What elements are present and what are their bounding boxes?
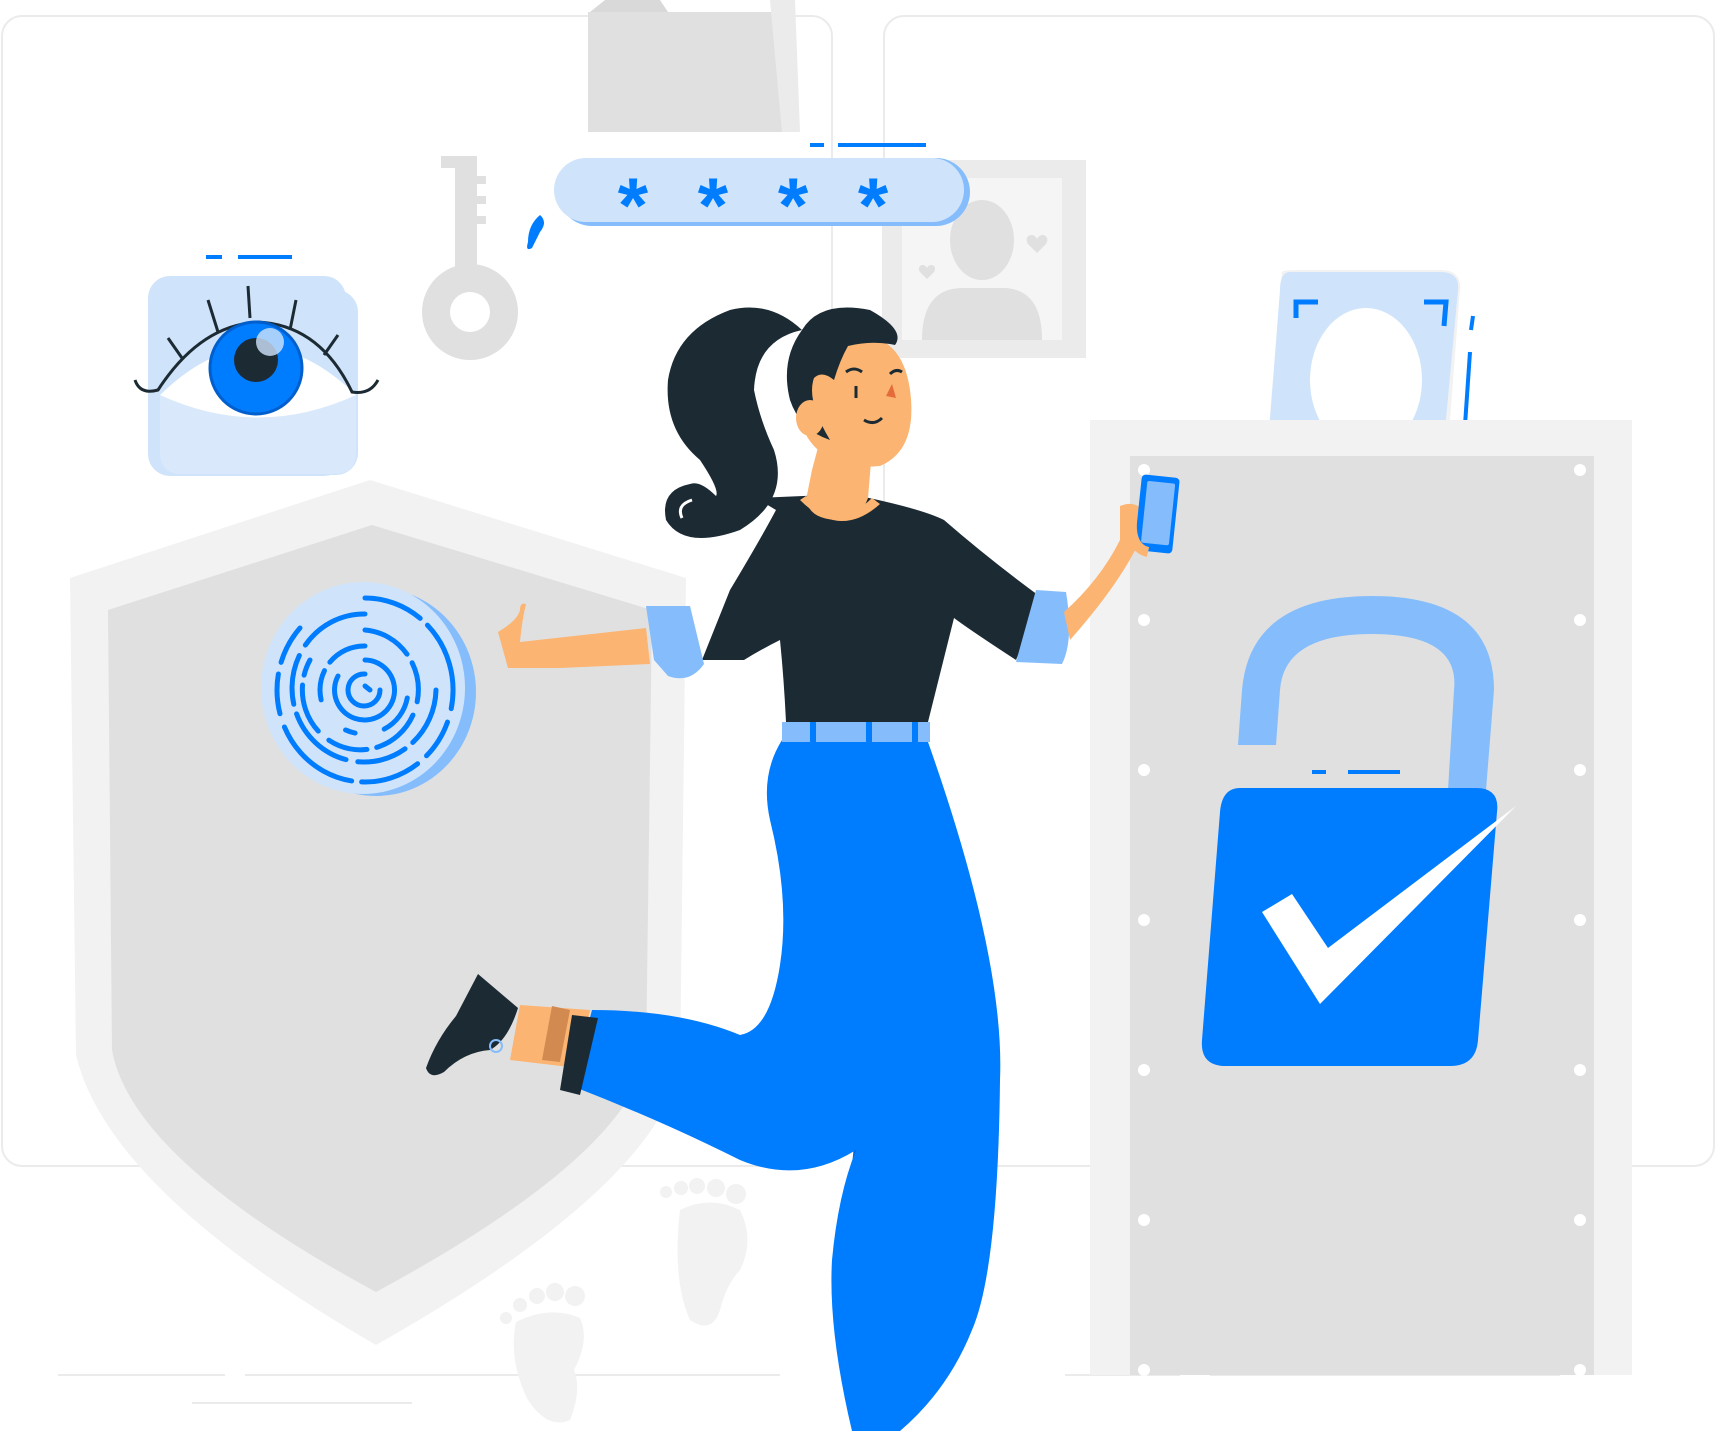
ground-lines (58, 1374, 1560, 1404)
security-illustration: * * * * (1, 0, 1715, 1431)
folder-icon (588, 0, 800, 132)
password-asterisks-icon: * * * * (618, 161, 902, 249)
